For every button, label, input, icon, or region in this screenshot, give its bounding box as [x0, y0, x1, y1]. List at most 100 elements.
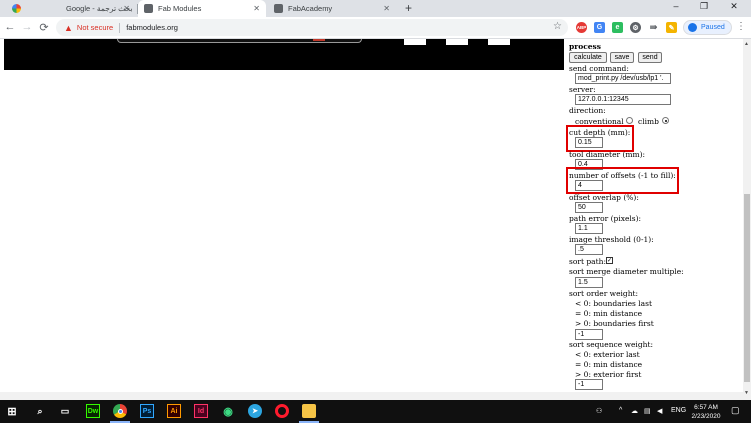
server-label: server:	[569, 85, 596, 94]
image-threshold-label: image threshold (0-1):	[569, 235, 654, 244]
climb-radio[interactable]	[662, 117, 669, 124]
omnibox-divider	[119, 22, 121, 33]
highlight-box	[566, 167, 679, 194]
offset-overlap-input[interactable]: 50	[575, 202, 603, 213]
adblock-icon[interactable]: ABP	[576, 22, 587, 33]
translate-icon[interactable]: G	[594, 22, 605, 33]
scrollbar-thumb[interactable]	[744, 194, 750, 382]
photoshop-icon[interactable]: Ps	[140, 404, 154, 418]
offset-overlap-label: offset overlap (%):	[569, 193, 639, 202]
pad-shapes	[404, 39, 510, 45]
android-studio-icon[interactable]: ◉	[221, 404, 235, 418]
clock-time: 6:57 AM	[694, 404, 718, 411]
sort-sequence-input[interactable]: -1	[575, 379, 603, 390]
sort-merge-input[interactable]: 1.5	[575, 277, 603, 288]
omnibox[interactable]: ▲ Not secure fabmodules.org ☆	[56, 19, 568, 36]
indesign-icon[interactable]: Id	[194, 404, 208, 418]
reload-button[interactable]: ⟳	[37, 21, 51, 34]
tab-fabacademy[interactable]: FabAcademy ✕	[268, 0, 396, 17]
url-text[interactable]: fabmodules.org	[126, 23, 178, 32]
sort-sequence-hint: > 0: exterior first	[575, 370, 642, 379]
address-bar: ← → ⟳ ▲ Not secure fabmodules.org ☆ ABP …	[0, 17, 751, 39]
chevron-up-icon[interactable]: ^	[619, 407, 622, 414]
calculate-button[interactable]: calculate	[569, 52, 607, 63]
system-clock[interactable]: 6:57 AM 2/23/2020	[688, 403, 724, 421]
telegram-icon[interactable]: ➤	[248, 404, 262, 418]
close-window-button[interactable]: ✕	[724, 1, 744, 12]
clock-date: 2/23/2020	[691, 413, 721, 420]
process-heading: process	[569, 42, 601, 51]
scroll-up-icon[interactable]: ▲	[744, 41, 749, 47]
notifications-icon[interactable]: ▢	[731, 405, 740, 416]
scroll-down-icon[interactable]: ▼	[744, 390, 749, 396]
sort-merge-label: sort merge diameter multiple:	[569, 267, 684, 276]
sort-path-label: sort path:	[569, 257, 606, 266]
forward-button[interactable]: →	[20, 21, 34, 33]
tab-fabacademy-title: FabAcademy	[288, 4, 333, 13]
paused-label: Paused	[701, 24, 725, 31]
preview-canvas	[4, 39, 564, 70]
image-threshold-input[interactable]: .5	[575, 244, 603, 255]
close-tab-icon[interactable]: ✕	[383, 4, 390, 13]
close-tab-icon[interactable]: ✕	[123, 4, 130, 13]
sort-sequence-label: sort sequence weight:	[569, 340, 653, 349]
page-content: process calculate save send send command…	[0, 39, 751, 400]
sort-order-hint: > 0: boundaries first	[575, 319, 654, 328]
note-icon[interactable]: ✎	[666, 22, 677, 33]
warning-icon: ▲	[64, 22, 73, 33]
bookmark-star-icon[interactable]: ☆	[553, 21, 562, 32]
language-indicator[interactable]: ENG	[671, 407, 686, 414]
vertical-scrollbar[interactable]: ▲ ▼	[743, 39, 751, 400]
chrome-center	[117, 408, 123, 414]
sort-order-hint: = 0: min distance	[575, 309, 643, 318]
page-icon	[144, 4, 153, 13]
sort-sequence-hint: < 0: exterior last	[575, 350, 640, 359]
network-icon[interactable]: ▤	[644, 407, 651, 415]
tab-fab-modules[interactable]: Fab Modules ✕	[138, 0, 266, 17]
pad-shape	[446, 39, 468, 45]
task-view-icon[interactable]: ▭	[58, 404, 72, 418]
sort-order-label: sort order weight:	[569, 289, 639, 298]
security-label: Not secure	[76, 23, 114, 32]
windows-start-icon[interactable]: ⊞	[5, 404, 19, 418]
send-button[interactable]: send	[638, 52, 662, 63]
direction-label: direction:	[569, 106, 606, 115]
cloud-icon[interactable]: ☁	[631, 407, 638, 415]
people-icon[interactable]: ⚇	[596, 407, 602, 415]
close-tab-icon[interactable]: ✕	[253, 4, 260, 13]
gear-icon[interactable]: ⚙	[630, 22, 641, 33]
tab-google-search[interactable]: Google - بحث ترجمة ✕	[6, 0, 136, 17]
send-command-input[interactable]: mod_print.py /dev/usb/lp1 '.	[575, 73, 671, 84]
avatar	[688, 23, 697, 32]
horizontal-scrollbar[interactable]	[0, 392, 743, 400]
file-explorer-icon[interactable]	[302, 404, 316, 418]
minimize-button[interactable]: –	[666, 1, 686, 11]
save-button[interactable]: save	[610, 52, 634, 63]
menu-icon[interactable]: ⋮	[736, 21, 746, 32]
taskbar: ⊞ ⌕ ▭ Dw Ps Ai Id ◉ ➤ ⚇ ^ ☁ ▤ ◀ ENG 6:57…	[0, 400, 751, 423]
server-input[interactable]: 127.0.0.1:12345	[575, 94, 671, 105]
illustrator-icon[interactable]: Ai	[167, 404, 181, 418]
tool-diameter-label: tool diameter (mm):	[569, 150, 646, 159]
new-tab-button[interactable]: +	[405, 1, 412, 15]
search-icon[interactable]: ⌕	[33, 404, 47, 418]
maximize-button[interactable]: ❐	[694, 1, 714, 12]
sort-sequence-hint: = 0: min distance	[575, 360, 643, 369]
path-error-input[interactable]: 1.1	[575, 223, 603, 234]
profile-paused-button[interactable]: Paused	[683, 20, 732, 35]
opera-icon[interactable]	[275, 404, 289, 418]
chrome-icon[interactable]	[113, 404, 127, 418]
back-button[interactable]: ←	[3, 21, 17, 33]
toolpath-shape	[117, 39, 362, 43]
sort-path-checkbox[interactable]: ✓	[606, 257, 613, 264]
evernote-icon[interactable]: e	[612, 22, 623, 33]
forward-icon[interactable]: ⇛	[648, 22, 659, 33]
conventional-radio[interactable]	[626, 117, 633, 124]
sort-order-input[interactable]: -1	[575, 329, 603, 340]
volume-icon[interactable]: ◀	[657, 407, 662, 415]
dreamweaver-icon[interactable]: Dw	[86, 404, 100, 418]
page-icon	[274, 4, 283, 13]
toolpath-marker	[313, 39, 325, 41]
highlight-box	[566, 125, 634, 152]
tab-strip: Google - بحث ترجمة ✕ Fab Modules ✕ FabAc…	[0, 0, 751, 17]
